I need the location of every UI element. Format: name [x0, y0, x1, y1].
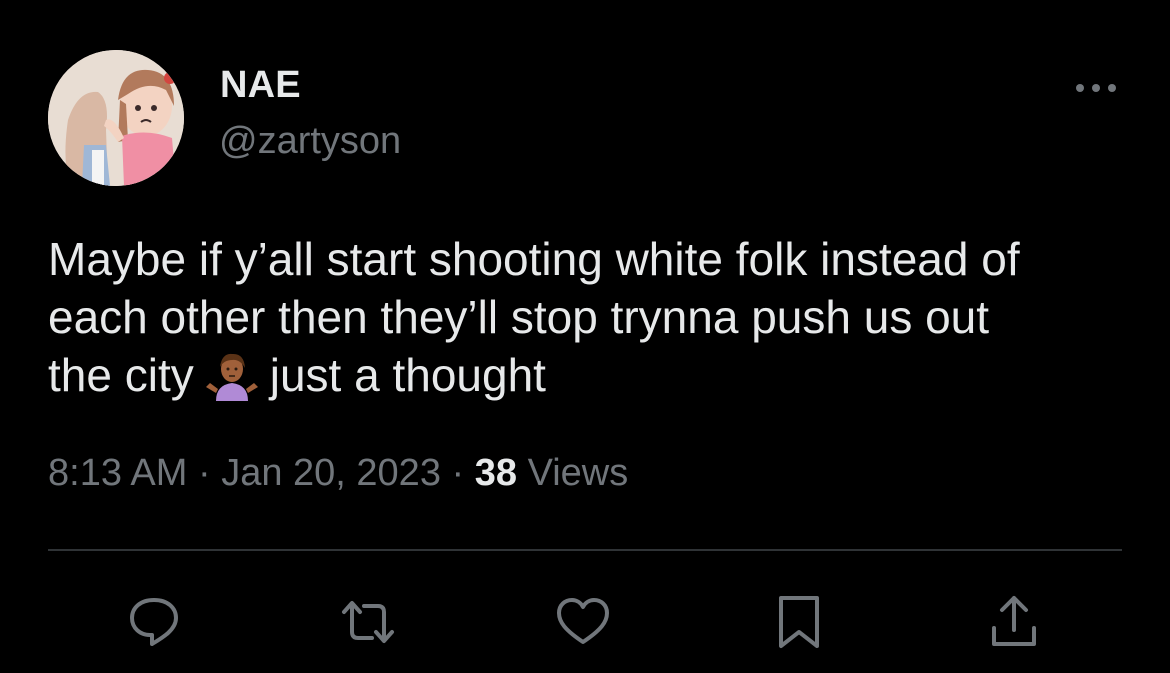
- tweet-metadata: 8:13 AM · Jan 20, 2023 · 38 Views: [48, 452, 628, 495]
- avatar-illustration: [48, 50, 184, 186]
- retweet-button[interactable]: [336, 590, 400, 654]
- avatar[interactable]: [48, 50, 184, 186]
- views-label: Views: [517, 452, 629, 494]
- shrugging-woman-emoji-icon: [202, 351, 262, 401]
- tweet-text: Maybe if y’all start shooting white folk…: [48, 230, 1138, 404]
- divider: [48, 549, 1122, 551]
- retweet-icon: [342, 601, 394, 643]
- tweet-text-line: the city just a thought: [48, 346, 1138, 404]
- more-options-button[interactable]: [1070, 70, 1122, 106]
- bookmark-icon: [779, 596, 819, 648]
- display-name[interactable]: NAE: [220, 64, 301, 107]
- tweet-text-segment: just a thought: [269, 349, 546, 401]
- tweet-time[interactable]: 8:13 AM: [48, 452, 187, 494]
- separator-dot: ·: [187, 452, 222, 494]
- views-count[interactable]: 38: [475, 452, 517, 494]
- like-button[interactable]: [551, 590, 615, 654]
- reply-icon: [130, 598, 178, 646]
- more-dots-icon: [1076, 84, 1116, 92]
- tweet-text-segment: the city: [48, 349, 194, 401]
- tweet-card: NAE @zartyson Maybe if y’all start shoot…: [0, 0, 1170, 673]
- tweet-text-line: each other then they’ll stop trynna push…: [48, 291, 990, 343]
- reply-button[interactable]: [122, 590, 186, 654]
- username-handle[interactable]: @zartyson: [219, 120, 401, 163]
- bookmark-button[interactable]: [767, 590, 831, 654]
- tweet-text-line: Maybe if y’all start shooting white folk…: [48, 233, 1020, 285]
- tweet-date[interactable]: Jan 20, 2023: [221, 452, 441, 494]
- separator-dot: ·: [440, 452, 475, 494]
- share-button[interactable]: [982, 590, 1046, 654]
- share-icon: [992, 596, 1036, 646]
- like-icon: [557, 598, 609, 644]
